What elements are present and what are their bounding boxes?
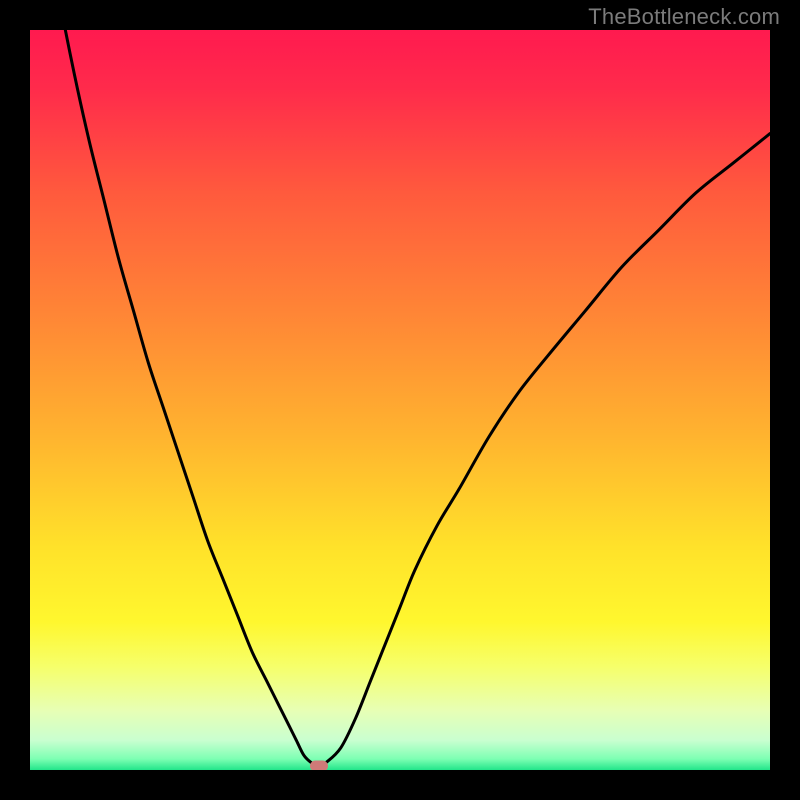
watermark-text: TheBottleneck.com xyxy=(588,4,780,30)
chart-frame: TheBottleneck.com xyxy=(0,0,800,800)
bottleneck-curve xyxy=(30,30,770,770)
minimum-marker xyxy=(310,761,328,770)
plot-area xyxy=(30,30,770,770)
